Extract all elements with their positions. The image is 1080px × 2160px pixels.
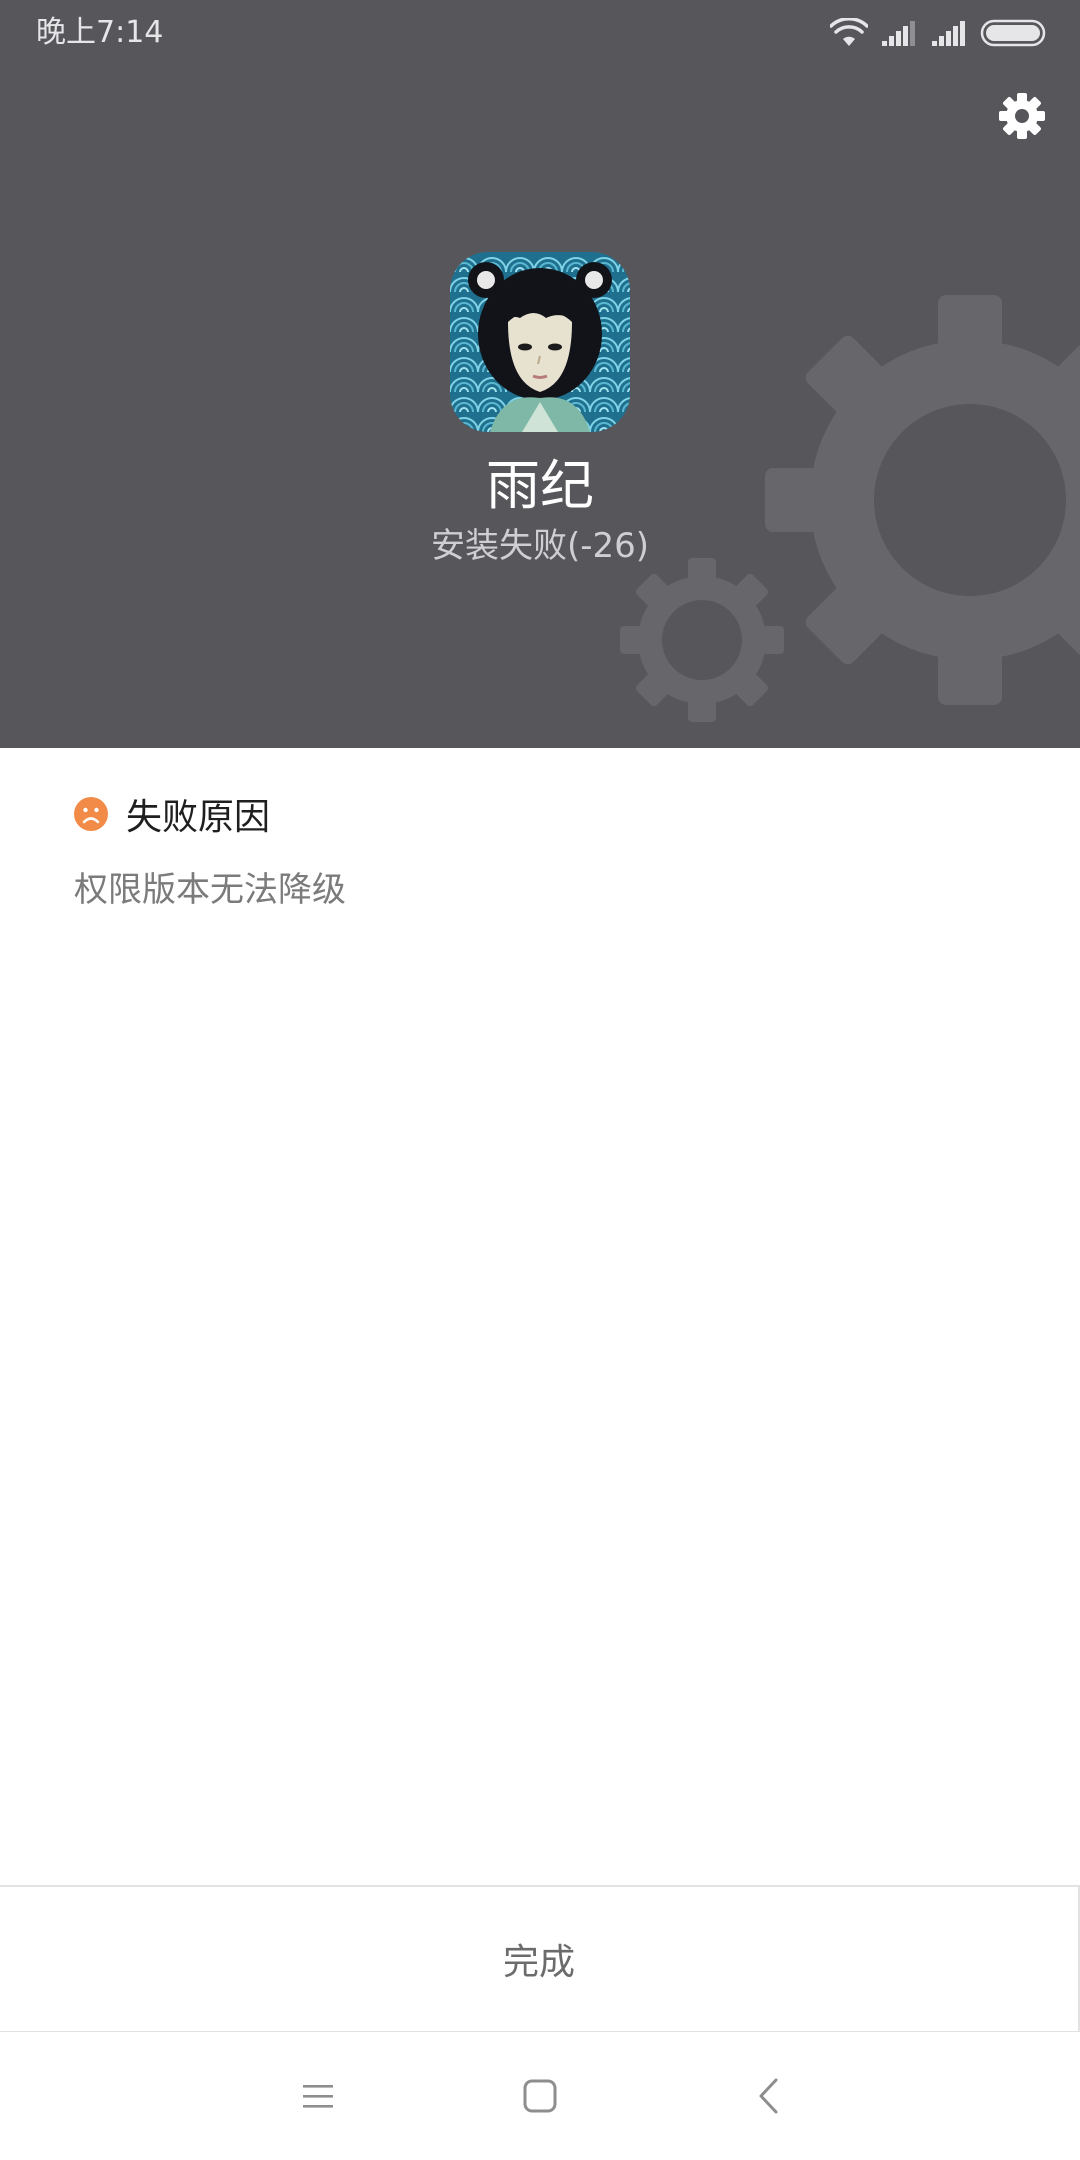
app-name: 雨纪 — [486, 454, 594, 517]
sad-face-icon — [74, 797, 108, 831]
signal-icon — [932, 21, 965, 46]
status-icons — [830, 16, 1048, 50]
back-button[interactable] — [728, 2056, 808, 2136]
home-button[interactable] — [500, 2056, 580, 2136]
gear-icon — [999, 93, 1045, 139]
back-icon — [759, 2078, 778, 2114]
app-icon — [450, 252, 630, 432]
signal-icon — [882, 21, 915, 46]
failure-reason-title: 失败原因 — [126, 797, 271, 838]
menu-button[interactable] — [278, 2056, 358, 2136]
done-button[interactable]: 完成 — [0, 1885, 1080, 2033]
home-icon — [523, 2079, 557, 2113]
failure-reason-detail: 权限版本无法降级 — [74, 870, 346, 910]
menu-icon — [303, 2085, 333, 2108]
wifi-icon — [830, 18, 868, 46]
install-result-header: 晚上7:14 雨纪 安装失败(-26) — [0, 0, 1080, 748]
status-time: 晚上7:14 — [36, 15, 164, 50]
navigation-bar — [0, 2032, 1080, 2160]
status-bar: 晚上7:14 — [0, 0, 1080, 66]
settings-button[interactable] — [994, 88, 1050, 144]
failure-reason-heading: 失败原因 — [74, 790, 270, 838]
install-status-text: 安装失败(-26) — [430, 526, 650, 566]
small-gear-background-icon — [620, 558, 784, 722]
done-button-label: 完成 — [502, 1942, 575, 1983]
battery-icon — [980, 19, 1046, 47]
